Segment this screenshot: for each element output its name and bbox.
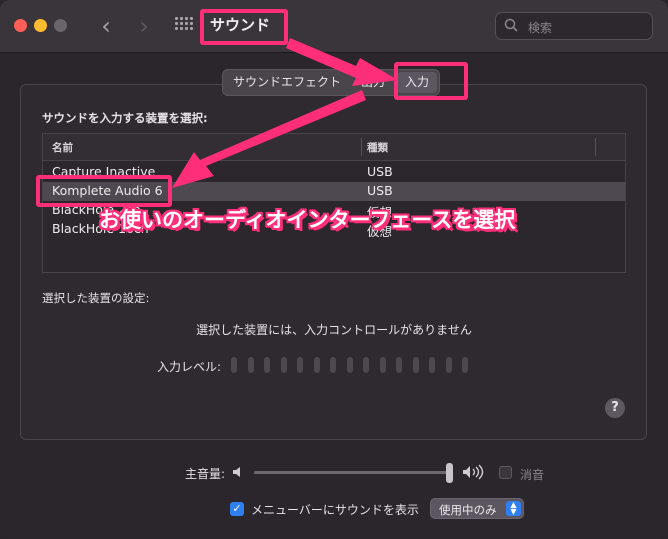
- volume-slider-thumb[interactable]: [446, 463, 453, 483]
- show-in-menubar-checkbox[interactable]: ✓: [230, 502, 244, 516]
- zoom-button[interactable]: [54, 19, 67, 32]
- device-type: USB: [367, 164, 393, 179]
- annotation-text: お使いのオーディオインターフェースを選択: [99, 208, 516, 232]
- mute-checkbox[interactable]: [499, 466, 512, 479]
- titlebar: ‹ › サウンド 検索: [0, 0, 668, 53]
- device-highlight-box: [36, 175, 172, 207]
- search-field[interactable]: 検索: [495, 12, 653, 40]
- level-segment: [379, 357, 386, 373]
- level-segment: [445, 357, 452, 373]
- search-icon: [504, 18, 518, 32]
- speaker-high-icon: [463, 464, 484, 480]
- column-header-name[interactable]: 名前: [52, 140, 73, 155]
- level-segment: [462, 357, 468, 373]
- level-segment: [264, 357, 270, 373]
- search-placeholder: 検索: [528, 21, 553, 35]
- help-button[interactable]: ?: [605, 398, 625, 418]
- mute-label: 消音: [520, 468, 545, 482]
- level-segment: [330, 357, 336, 373]
- table-header: 名前 種類: [43, 134, 625, 161]
- column-divider: [361, 138, 362, 156]
- volume-slider-fill: [254, 471, 450, 474]
- device-type: USB: [367, 183, 393, 198]
- device-settings-label: 選択した装置の設定:: [42, 291, 150, 305]
- level-segment: [429, 357, 435, 373]
- title-highlight-box: [200, 9, 288, 45]
- minimize-button[interactable]: [34, 19, 47, 32]
- column-divider: [595, 138, 596, 156]
- output-volume-label: 主音量:: [185, 467, 226, 481]
- device-select-label: サウンドを入力する装置を選択:: [42, 111, 208, 125]
- level-segment: [297, 357, 303, 373]
- menubar-visibility-popup[interactable]: 使用中のみ ▲ ▼: [430, 498, 524, 519]
- popup-value: 使用中のみ: [439, 503, 497, 517]
- level-segment: [412, 357, 419, 373]
- show-in-menubar-label: メニューバーにサウンドを表示: [251, 503, 419, 517]
- chevron-up-down-icon: ▲ ▼: [506, 501, 521, 516]
- volume-slider[interactable]: [254, 471, 450, 474]
- close-button[interactable]: [14, 19, 27, 32]
- input-tab-highlight-box: [394, 62, 468, 100]
- forward-button[interactable]: ›: [134, 14, 154, 38]
- level-segment: [346, 357, 353, 373]
- input-level-meter: [231, 357, 481, 375]
- tab-output[interactable]: 出力: [351, 70, 395, 95]
- column-header-type[interactable]: 種類: [367, 140, 388, 155]
- show-all-grid-icon[interactable]: [175, 17, 193, 35]
- level-segment: [313, 357, 320, 373]
- level-segment: [247, 357, 254, 373]
- level-segment: [396, 357, 402, 373]
- sound-preferences-window: ‹ › サウンド 検索 サウンドエフェクト 出力 入力 サウンドを入力する装置を…: [0, 0, 668, 539]
- tab-sound-effects[interactable]: サウンドエフェクト: [223, 70, 351, 95]
- speaker-low-icon: [233, 467, 240, 477]
- no-controls-message: 選択した装置には、入力コントロールがありません: [196, 323, 472, 337]
- input-level-label: 入力レベル:: [157, 360, 222, 374]
- level-segment: [231, 357, 237, 373]
- level-segment: [363, 357, 369, 373]
- back-button[interactable]: ‹: [96, 14, 116, 38]
- level-segment: [280, 357, 287, 373]
